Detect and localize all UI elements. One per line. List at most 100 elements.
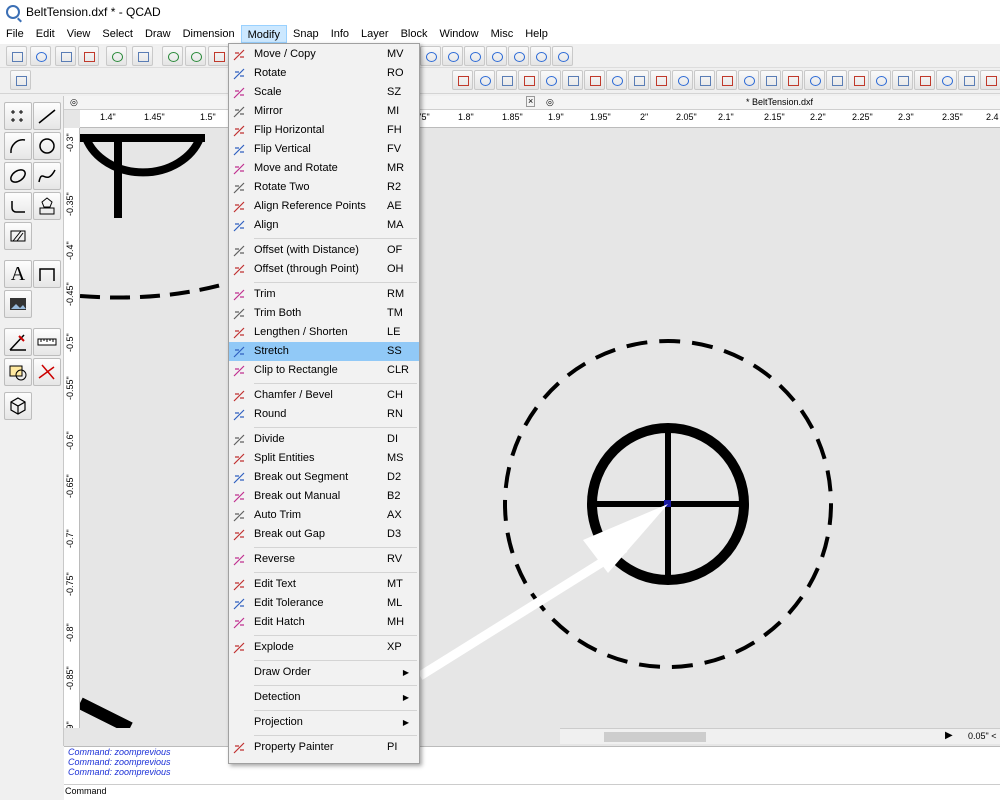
snap-tool-icon[interactable]: [33, 358, 61, 386]
toolbar2-tool-icon[interactable]: [716, 70, 737, 90]
menu-modify[interactable]: Modify: [240, 25, 287, 43]
menu-item-stretch[interactable]: Stretch SS: [229, 342, 419, 361]
menu-item-property-painter[interactable]: Property Painter PI: [229, 738, 419, 757]
toolbar2-tool-icon[interactable]: [760, 70, 781, 90]
menu-item-round[interactable]: Round RN: [229, 405, 419, 424]
toolbar2-tool-icon[interactable]: [870, 70, 891, 90]
menu-view[interactable]: View: [61, 25, 97, 43]
dimension-tool-icon[interactable]: [33, 260, 61, 288]
toolbar1-tool-icon[interactable]: [552, 46, 573, 66]
command-input[interactable]: [106, 786, 986, 798]
toolbar1-tool-icon[interactable]: [30, 46, 51, 66]
spline-tool-icon[interactable]: [33, 162, 61, 190]
menu-info[interactable]: Info: [325, 25, 355, 43]
construction-tool-icon[interactable]: [4, 328, 32, 356]
menu-item-edit-tolerance[interactable]: Edit Tolerance ML: [229, 594, 419, 613]
toolbar1-tool-icon[interactable]: [162, 46, 183, 66]
toolbar2-tool-icon[interactable]: [474, 70, 495, 90]
toolbar1-tool-icon[interactable]: [185, 46, 206, 66]
hatch-tool-icon[interactable]: [4, 222, 32, 250]
toolbar1-tool-icon[interactable]: [6, 46, 27, 66]
menu-item-split-entities[interactable]: Split Entities MS: [229, 449, 419, 468]
half-circle-shape[interactable]: [82, 136, 204, 177]
toolbar1-tool-icon[interactable]: [464, 46, 485, 66]
menu-file[interactable]: File: [0, 25, 30, 43]
toolbar2-tool-icon[interactable]: [804, 70, 825, 90]
menu-item-lengthen-shorten[interactable]: Lengthen / Shorten LE: [229, 323, 419, 342]
menu-item-chamfer-bevel[interactable]: Chamfer / Bevel CH: [229, 386, 419, 405]
toolbar2-tool-icon[interactable]: [672, 70, 693, 90]
menu-item-mirror[interactable]: Mirror MI: [229, 102, 419, 121]
toolbar2-tool-icon[interactable]: [496, 70, 517, 90]
menu-item-move-copy[interactable]: Move / Copy MV: [229, 45, 419, 64]
menu-misc[interactable]: Misc: [485, 25, 520, 43]
menu-item-scale[interactable]: Scale SZ: [229, 83, 419, 102]
shape-tool-icon[interactable]: [33, 192, 61, 220]
toolbar2-tool-icon[interactable]: [10, 70, 31, 90]
toolbar1-tool-icon[interactable]: [530, 46, 551, 66]
menu-dimension[interactable]: Dimension: [177, 25, 241, 43]
modify-tool-icon[interactable]: [4, 358, 32, 386]
menu-block[interactable]: Block: [395, 25, 434, 43]
circle-tool-icon[interactable]: [33, 132, 61, 160]
toolbar1-tool-icon[interactable]: [508, 46, 529, 66]
menu-item-flip-horizontal[interactable]: Flip Horizontal FH: [229, 121, 419, 140]
toolbar2-tool-icon[interactable]: [540, 70, 561, 90]
menu-item-draw-order[interactable]: Draw Order ▶: [229, 663, 419, 682]
menu-item-auto-trim[interactable]: Auto Trim AX: [229, 506, 419, 525]
menu-item-break-out-gap[interactable]: Break out Gap D3: [229, 525, 419, 544]
menu-item-break-out-manual[interactable]: Break out Manual B2: [229, 487, 419, 506]
t-cross-shape[interactable]: [80, 134, 205, 218]
menu-item-divide[interactable]: Divide DI: [229, 430, 419, 449]
menu-item-trim[interactable]: Trim RM: [229, 285, 419, 304]
arc-tool-icon[interactable]: [4, 132, 32, 160]
toolbar1-tool-icon[interactable]: [106, 46, 127, 66]
menu-draw[interactable]: Draw: [139, 25, 177, 43]
ellipse-tool-icon[interactable]: [4, 162, 32, 190]
measure-tool-icon[interactable]: [33, 328, 61, 356]
menu-item-reverse[interactable]: Reverse RV: [229, 550, 419, 569]
toolbar2-tool-icon[interactable]: [892, 70, 913, 90]
menu-select[interactable]: Select: [96, 25, 139, 43]
document-tab-label[interactable]: * BeltTension.dxf: [746, 97, 813, 107]
menu-snap[interactable]: Snap: [287, 25, 325, 43]
close-icon[interactable]: ×: [526, 96, 536, 107]
menu-window[interactable]: Window: [433, 25, 484, 43]
toolbar1-tool-icon[interactable]: [486, 46, 507, 66]
toolbar2-tool-icon[interactable]: [738, 70, 759, 90]
menu-item-projection[interactable]: Projection ▶: [229, 713, 419, 732]
menu-item-explode[interactable]: Explode XP: [229, 638, 419, 657]
toolbar2-tool-icon[interactable]: [914, 70, 935, 90]
menu-item-align[interactable]: Align MA: [229, 216, 419, 235]
scrollbar-thumb[interactable]: [604, 732, 706, 742]
menu-item-detection[interactable]: Detection ▶: [229, 688, 419, 707]
menu-item-offset-through-point[interactable]: Offset (through Point) OH: [229, 260, 419, 279]
toolbar2-tool-icon[interactable]: [936, 70, 957, 90]
toolbar2-tool-icon[interactable]: [562, 70, 583, 90]
scroll-right-icon[interactable]: ▶: [945, 730, 953, 741]
menu-item-rotate[interactable]: Rotate RO: [229, 64, 419, 83]
toolbar2-tool-icon[interactable]: [980, 70, 1000, 90]
menu-layer[interactable]: Layer: [355, 25, 395, 43]
toolbar2-tool-icon[interactable]: [452, 70, 473, 90]
toolbar1-tool-icon[interactable]: [420, 46, 441, 66]
menu-item-edit-text[interactable]: Edit Text MT: [229, 575, 419, 594]
toolbar1-tool-icon[interactable]: [208, 46, 229, 66]
toolbar2-tool-icon[interactable]: [606, 70, 627, 90]
bottom-left-line[interactable]: [80, 697, 133, 728]
menu-item-break-out-segment[interactable]: Break out Segment D2: [229, 468, 419, 487]
toolbar2-tool-icon[interactable]: [518, 70, 539, 90]
menu-item-clip-to-rectangle[interactable]: Clip to Rectangle CLR: [229, 361, 419, 380]
menu-item-align-reference-points[interactable]: Align Reference Points AE: [229, 197, 419, 216]
toolbar2-tool-icon[interactable]: [584, 70, 605, 90]
left-doc-tab-icon[interactable]: ◎: [70, 97, 78, 108]
toolbar2-tool-icon[interactable]: [958, 70, 979, 90]
image-tool-icon[interactable]: [4, 290, 32, 318]
toolbar2-tool-icon[interactable]: [826, 70, 847, 90]
toolbar2-tool-icon[interactable]: [848, 70, 869, 90]
menu-item-edit-hatch[interactable]: Edit Hatch MH: [229, 613, 419, 632]
menu-item-trim-both[interactable]: Trim Both TM: [229, 304, 419, 323]
polyline-tool-icon[interactable]: [4, 192, 32, 220]
line-tool-icon[interactable]: [33, 102, 61, 130]
toolbar1-tool-icon[interactable]: [442, 46, 463, 66]
